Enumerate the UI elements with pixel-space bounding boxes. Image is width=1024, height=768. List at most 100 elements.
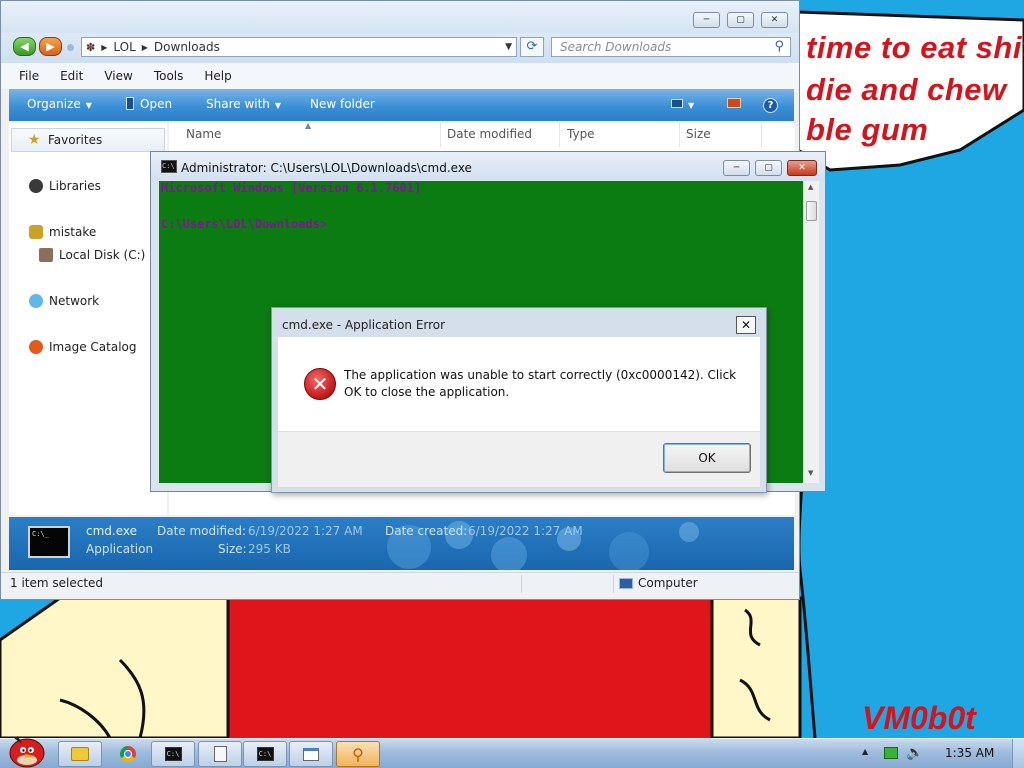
- share-with-button[interactable]: Share with ▼: [206, 97, 281, 111]
- details-date-modified-label: Date modified:: [157, 524, 247, 538]
- column-divider[interactable]: [761, 123, 762, 147]
- back-button[interactable]: ◀: [13, 37, 36, 56]
- details-size-value: 295 KB: [248, 542, 291, 556]
- taskbar-explorer-button[interactable]: [58, 741, 102, 767]
- refresh-button[interactable]: ⟳: [520, 37, 544, 57]
- address-dropdown-icon[interactable]: ▼: [505, 38, 512, 56]
- nav-local-disk[interactable]: Local Disk (C:): [39, 248, 145, 262]
- view-icon: [671, 99, 683, 108]
- console-line: Microsoft Windows [Version 6.1.7601]: [161, 181, 422, 195]
- taskbar-chrome-button[interactable]: [106, 741, 150, 767]
- organize-label: Organize: [27, 97, 81, 111]
- column-size[interactable]: Size: [686, 127, 711, 141]
- nav-libraries[interactable]: Libraries: [29, 179, 101, 193]
- search-icon: ⚲: [352, 744, 364, 764]
- menu-file[interactable]: File: [19, 69, 39, 83]
- recent-pages-icon[interactable]: [67, 44, 74, 51]
- sort-ascending-icon: ▲: [305, 121, 312, 130]
- nav-image-catalog[interactable]: Image Catalog: [29, 340, 136, 354]
- change-view-button[interactable]: ▼: [671, 97, 694, 111]
- system-clock[interactable]: 1:35 AM: [945, 746, 994, 760]
- angry-bird-start-icon[interactable]: [4, 732, 50, 768]
- column-divider[interactable]: [559, 123, 560, 147]
- error-dialog-footer: OK: [278, 431, 760, 487]
- status-selection: 1 item selected: [10, 576, 104, 590]
- share-with-label: Share with: [206, 97, 270, 111]
- preview-pane-button[interactable]: [727, 97, 741, 111]
- cmd-titlebar[interactable]: C:\ Administrator: C:\Users\LOL\Download…: [151, 152, 825, 180]
- help-button[interactable]: ?: [763, 97, 778, 113]
- scroll-down-icon[interactable]: ▼: [808, 469, 813, 477]
- close-icon: ✕: [770, 15, 779, 25]
- maximize-button[interactable]: ▢: [727, 12, 754, 28]
- column-type[interactable]: Type: [567, 127, 595, 141]
- menu-edit[interactable]: Edit: [60, 69, 83, 83]
- chevron-down-icon: ▼: [85, 101, 92, 110]
- nav-homegroup-label: mistake: [49, 225, 97, 239]
- show-desktop-button[interactable]: [1012, 739, 1024, 768]
- cmd-window-title: Administrator: C:\Users\LOL\Downloads\cm…: [181, 161, 472, 175]
- chrome-icon: [120, 746, 136, 762]
- error-dialog-titlebar[interactable]: cmd.exe - Application Error ✕: [272, 308, 766, 336]
- nav-libraries-label: Libraries: [49, 179, 101, 193]
- cmd-icon: C:\: [164, 747, 182, 761]
- console-scrollbar[interactable]: ▲ ▼: [803, 181, 819, 483]
- error-dialog-title: cmd.exe - Application Error: [282, 318, 446, 332]
- column-name[interactable]: Name: [186, 127, 221, 141]
- volume-icon[interactable]: 🔈: [906, 745, 923, 761]
- minimize-button[interactable]: ─: [693, 12, 720, 28]
- ok-button[interactable]: OK: [663, 443, 751, 473]
- drive-icon: [39, 248, 53, 262]
- open-button[interactable]: Open: [126, 97, 172, 111]
- menu-help[interactable]: Help: [204, 69, 231, 83]
- taskbar-window-button[interactable]: [289, 741, 333, 767]
- new-folder-button[interactable]: New folder: [310, 97, 375, 111]
- details-date-created-value: 6/19/2022 1:27 AM: [468, 524, 583, 538]
- organize-button[interactable]: Organize ▼: [27, 97, 92, 111]
- command-bar: Organize ▼ Open Share with ▼ New folder ▼ …: [9, 89, 794, 121]
- minimize-icon: ─: [733, 163, 740, 173]
- explorer-icon: [71, 747, 89, 761]
- column-divider[interactable]: [679, 123, 680, 147]
- menu-bar: File Edit View Tools Help: [1, 63, 799, 89]
- cmd-file-thumbnail-icon: C:\_: [28, 526, 70, 558]
- breadcrumb-lol[interactable]: LOL: [113, 40, 135, 54]
- chevron-down-icon: ▼: [688, 101, 695, 110]
- image-catalog-icon: [29, 340, 43, 354]
- breadcrumb-downloads[interactable]: Downloads: [154, 40, 220, 54]
- search-icon[interactable]: ⚲: [774, 38, 784, 56]
- cmd-close-button[interactable]: ✕: [787, 160, 817, 176]
- nav-network[interactable]: Network: [29, 294, 99, 308]
- cmd-maximize-button[interactable]: ▢: [755, 160, 782, 176]
- network-icon: [29, 294, 43, 308]
- column-date-modified[interactable]: Date modified: [447, 127, 532, 141]
- scroll-thumb[interactable]: [806, 201, 817, 221]
- close-button[interactable]: ✕: [761, 12, 788, 28]
- computer-icon: [619, 578, 633, 589]
- maximize-icon: ▢: [764, 163, 773, 173]
- forward-button[interactable]: ▶: [39, 37, 62, 56]
- network-icon[interactable]: [884, 747, 898, 759]
- address-bar[interactable]: ✽ ▶ LOL ▶ Downloads ▼: [81, 37, 517, 57]
- nav-homegroup[interactable]: mistake: [29, 225, 96, 239]
- menu-view[interactable]: View: [104, 69, 132, 83]
- cmd-minimize-button[interactable]: ─: [723, 160, 750, 176]
- search-input[interactable]: Search Downloads ⚲: [551, 37, 791, 57]
- nav-local-disk-label: Local Disk (C:): [59, 248, 146, 262]
- scroll-up-icon[interactable]: ▲: [808, 183, 813, 191]
- show-hidden-icons[interactable]: ▲: [862, 747, 868, 756]
- taskbar-cmd-button[interactable]: C:\: [151, 741, 195, 767]
- explorer-titlebar[interactable]: ─ ▢ ✕: [1, 1, 799, 33]
- taskbar-search-button[interactable]: ⚲: [336, 741, 380, 767]
- taskbar-cmd-button-2[interactable]: C:\: [243, 741, 287, 767]
- menu-tools[interactable]: Tools: [154, 69, 184, 83]
- notepad-icon: [213, 746, 227, 762]
- help-icon: ?: [763, 98, 778, 113]
- taskbar-notepad-button[interactable]: [198, 741, 242, 767]
- error-dialog[interactable]: cmd.exe - Application Error ✕ ✕ The appl…: [271, 307, 767, 493]
- column-divider[interactable]: [440, 123, 441, 147]
- preview-pane-icon: [727, 98, 741, 108]
- error-close-button[interactable]: ✕: [736, 316, 756, 334]
- nav-favorites[interactable]: ★ Favorites: [11, 128, 165, 152]
- details-size-label: Size:: [218, 542, 247, 556]
